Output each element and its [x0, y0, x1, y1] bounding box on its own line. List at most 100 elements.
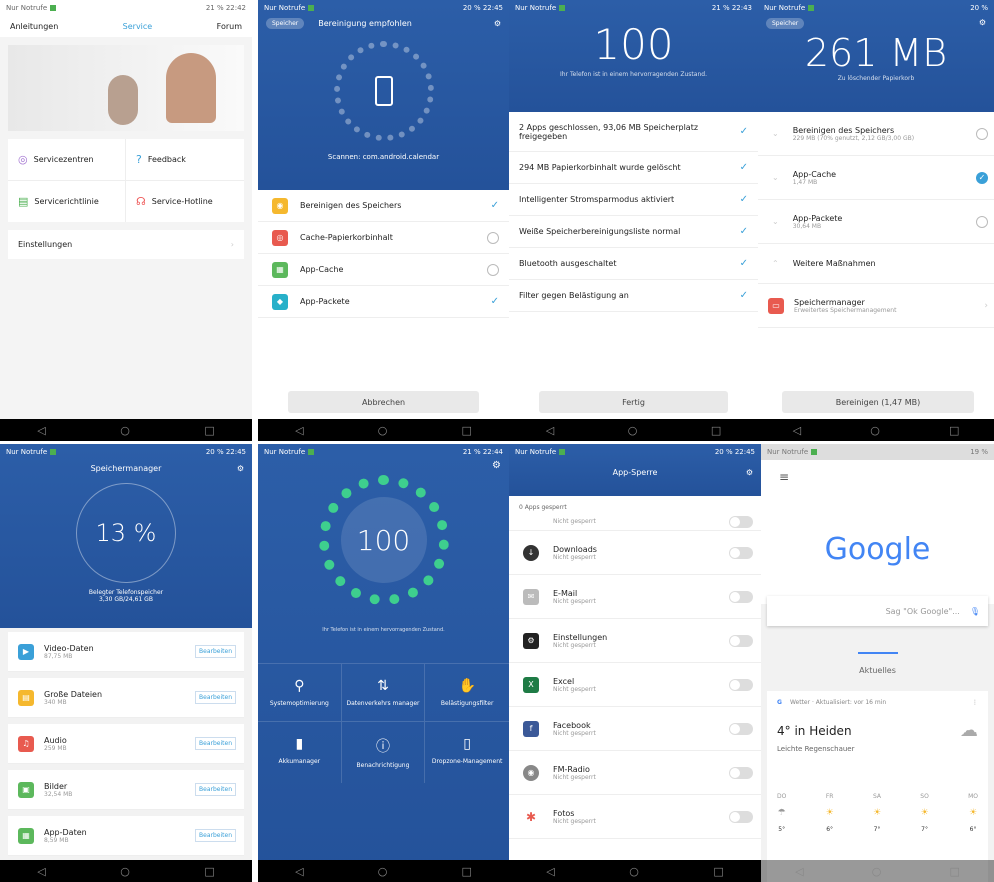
page-title: App-Sperre	[612, 468, 658, 477]
back-icon[interactable]: ◁	[295, 865, 303, 878]
tab-forum[interactable]: Forum	[217, 22, 242, 31]
recents-icon[interactable]: □	[711, 424, 721, 437]
feed-tab[interactable]: Aktuelles	[761, 626, 994, 685]
checkbox[interactable]	[976, 215, 988, 228]
list-item[interactable]: ⌃ Weitere Maßnahmen	[758, 244, 994, 284]
sun-cloud-icon: ☀	[872, 808, 882, 818]
lock-toggle[interactable]	[729, 515, 753, 528]
checkbox[interactable]	[976, 127, 988, 140]
list-item[interactable]: ▦ App-Daten 8,59 MB Bearbeiten	[8, 816, 244, 856]
weather-card[interactable]: G Wetter · Aktualisiert: vor 16 min ⋮ 4° i…	[767, 691, 988, 882]
settings-row[interactable]: Einstellungen ›	[8, 230, 244, 259]
lock-toggle[interactable]	[729, 766, 753, 779]
app-row[interactable]: ✱ Fotos Nicht gesperrt	[509, 795, 761, 839]
day-label: SA	[872, 793, 881, 800]
home-icon[interactable]: ○	[378, 865, 388, 878]
app-row[interactable]: ⚙ Einstellungen Nicht gesperrt	[509, 619, 761, 663]
home-icon[interactable]: ○	[628, 424, 638, 437]
done-button[interactable]: Fertig	[539, 391, 728, 413]
back-icon[interactable]: ◁	[546, 865, 554, 878]
edit-button[interactable]: Bearbeiten	[195, 691, 236, 704]
recents-icon[interactable]: □	[204, 865, 214, 878]
lock-toggle[interactable]	[729, 722, 753, 735]
edit-button[interactable]: Bearbeiten	[195, 829, 236, 842]
list-item[interactable]: ◆ App-Packete ✓	[258, 286, 509, 318]
tool-dropzone[interactable]: ▯ Dropzone-Management	[425, 722, 509, 783]
list-item[interactable]: ▦ App-Cache	[258, 254, 509, 286]
recents-icon[interactable]: □	[462, 424, 472, 437]
home-icon[interactable]: ○	[870, 424, 880, 437]
search-bar[interactable]: Sag "Ok Google"... 🎙	[767, 596, 988, 626]
app-row[interactable]: X Excel Nicht gesperrt	[509, 663, 761, 707]
home-icon[interactable]: ○	[120, 424, 130, 437]
gear-icon[interactable]: ⚙	[494, 19, 501, 28]
cleanup-button[interactable]: Bereinigen (1,47 MB)	[782, 391, 974, 413]
tool-datenverkehr[interactable]: ⇅ Datenverkehrs manager	[341, 664, 426, 722]
hamburger-icon[interactable]: ≡	[761, 460, 994, 494]
cancel-button[interactable]: Abbrechen	[288, 391, 479, 413]
gear-icon[interactable]: ⚙	[258, 460, 509, 471]
tool-belaestigungsfilter[interactable]: ✋ Belästigungsfilter	[425, 664, 509, 722]
back-icon[interactable]: ◁	[546, 424, 554, 437]
home-icon[interactable]: ○	[872, 865, 882, 878]
recents-icon[interactable]: □	[713, 865, 723, 878]
app-row[interactable]: ✉ E-Mail Nicht gesperrt	[509, 575, 761, 619]
home-icon[interactable]: ○	[378, 424, 388, 437]
lock-toggle[interactable]	[729, 634, 753, 647]
back-icon[interactable]: ◁	[793, 424, 801, 437]
gear-icon[interactable]: ⚙	[746, 468, 753, 477]
lock-toggle[interactable]	[729, 546, 753, 559]
home-icon[interactable]: ○	[120, 865, 130, 878]
tab-anleitungen[interactable]: Anleitungen	[10, 22, 58, 31]
grid-feedback[interactable]: ? Feedback	[126, 139, 244, 181]
recents-icon[interactable]: □	[950, 865, 960, 878]
tool-systemoptimierung[interactable]: ⚲ Systemoptimierung	[258, 664, 342, 722]
recents-icon[interactable]: □	[462, 865, 472, 878]
gear-icon[interactable]: ⚙	[979, 18, 986, 29]
app-row[interactable]: ↓ Downloads Nicht gesperrt	[509, 531, 761, 575]
edit-button[interactable]: Bearbeiten	[195, 783, 236, 796]
lock-toggle[interactable]	[729, 810, 753, 823]
screenshot-grid: Nur Notrufe 21 % 22:42 Anleitungen Servi…	[0, 0, 994, 882]
tool-akkumanager[interactable]: ▮ Akkumanager	[258, 722, 342, 783]
recents-icon[interactable]: □	[949, 424, 959, 437]
grid-servicerichtlinie[interactable]: ▤ Servicerichtlinie	[8, 181, 126, 222]
recents-icon[interactable]: □	[204, 424, 214, 437]
back-icon[interactable]: ◁	[295, 424, 303, 437]
edit-button[interactable]: Bearbeiten	[195, 737, 236, 750]
gear-icon[interactable]: ⚙	[237, 464, 244, 473]
home-icon[interactable]: ○	[629, 865, 639, 878]
speicher-pill[interactable]: Speicher	[766, 18, 805, 29]
app-row[interactable]: Nicht gesperrt	[509, 513, 761, 531]
list-item[interactable]: ⌄ App-Packete 30,64 MB	[758, 200, 994, 244]
chevron-down-icon: ⌄	[772, 173, 779, 182]
list-item[interactable]: ▣ Bilder 32,54 MB Bearbeiten	[8, 770, 244, 810]
app-row[interactable]: f Facebook Nicht gesperrt	[509, 707, 761, 751]
checkbox-checked[interactable]: ✓	[976, 171, 988, 184]
storage-icon: ▭	[768, 297, 784, 314]
tab-service[interactable]: Service	[123, 22, 153, 31]
back-icon[interactable]: ◁	[795, 865, 803, 878]
list-item[interactable]: ⌄ App-Cache 1,47 MB ✓	[758, 156, 994, 200]
list-item[interactable]: ◎ Cache-Papierkorbinhalt	[258, 222, 509, 254]
tool-benachrichtigung[interactable]: ⓘ Benachrichtigung	[342, 722, 426, 783]
list-item[interactable]: ⌄ Bereinigen des Speichers 229 MB (70% ge…	[758, 112, 994, 156]
storage-manager-row[interactable]: ▭ Speichermanager Erweitertes Speicherman…	[758, 284, 994, 328]
list-item[interactable]: ♫ Audio 259 MB Bearbeiten	[8, 724, 244, 764]
edit-button[interactable]: Bearbeiten	[195, 645, 236, 658]
lock-toggle[interactable]	[729, 590, 753, 603]
grid-service-hotline[interactable]: ☊ Service-Hotline	[126, 181, 244, 222]
speicher-pill[interactable]: Speicher	[266, 18, 305, 29]
list-item[interactable]: ▤ Große Dateien 340 MB Bearbeiten	[8, 678, 244, 718]
list-item[interactable]: ◉ Bereinigen des Speichers ✓	[258, 190, 509, 222]
more-icon[interactable]: ⋮	[972, 699, 978, 706]
back-icon[interactable]: ◁	[37, 865, 45, 878]
back-icon[interactable]: ◁	[37, 424, 45, 437]
mic-icon[interactable]: 🎙	[970, 607, 980, 616]
lock-toggle[interactable]	[729, 678, 753, 691]
screen-cleanup-result: Nur Notrufe 21 % 22:43 100 Ihr Telefon is…	[509, 0, 758, 441]
list-item[interactable]: ▶ Video-Daten 87,75 MB Bearbeiten	[8, 632, 244, 672]
grid-servicezentren[interactable]: ◎ Servicezentren	[8, 139, 126, 181]
app-row[interactable]: ◉ FM-Radio Nicht gesperrt	[509, 751, 761, 795]
chevron-right-icon: ›	[984, 300, 988, 311]
